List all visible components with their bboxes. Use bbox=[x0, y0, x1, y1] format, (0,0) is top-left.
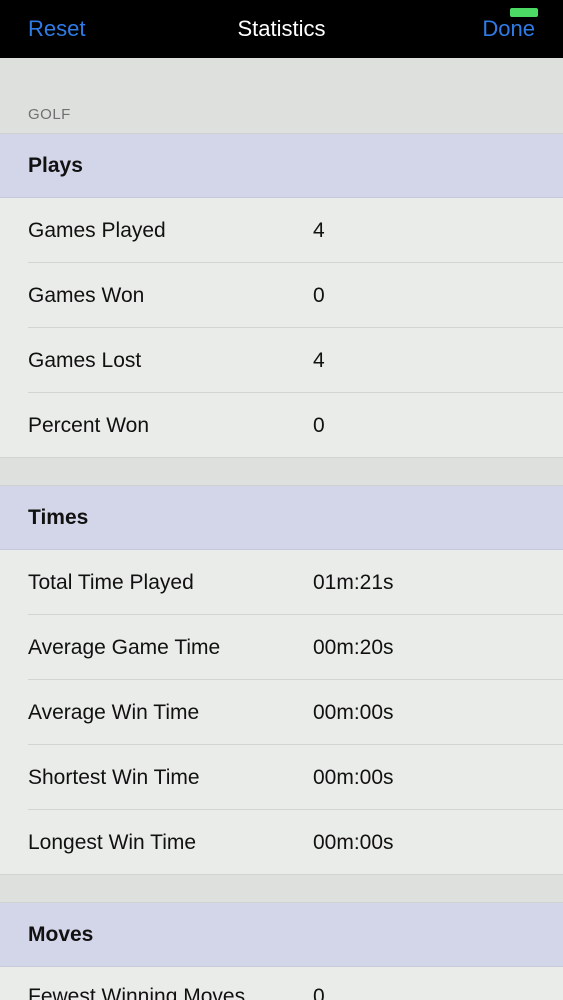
stat-value: 4 bbox=[313, 218, 325, 242]
stat-label: Percent Won bbox=[28, 413, 150, 437]
stat-label: Average Game Time bbox=[28, 635, 221, 659]
done-button[interactable]: Done bbox=[482, 14, 535, 44]
stat-value: 00m:00s bbox=[313, 765, 394, 789]
group-separator bbox=[0, 875, 563, 903]
stat-row-games-lost: Games Lost 4 bbox=[0, 328, 563, 393]
stat-label: Total Time Played bbox=[28, 570, 194, 594]
stat-label: Games Won bbox=[28, 283, 145, 307]
stat-value: 0 bbox=[313, 413, 325, 437]
stat-value: 00m:00s bbox=[313, 830, 394, 854]
stat-label: Shortest Win Time bbox=[28, 765, 200, 789]
stat-label: Fewest Winning Moves bbox=[28, 985, 246, 1000]
stat-label: Average Win Time bbox=[28, 700, 200, 724]
stat-row-longest-win-time: Longest Win Time 00m:00s bbox=[0, 810, 563, 875]
stat-value: 0 bbox=[313, 985, 325, 1000]
stat-label: Games Played bbox=[28, 218, 166, 242]
stat-row-percent-won: Percent Won 0 bbox=[0, 393, 563, 458]
group-header-plays: Plays bbox=[0, 134, 563, 198]
section-caption-golf: GOLF bbox=[0, 58, 563, 134]
stat-row-average-game-time: Average Game Time 00m:20s bbox=[0, 615, 563, 680]
stat-value: 0 bbox=[313, 283, 325, 307]
group-separator bbox=[0, 458, 563, 486]
stat-row-average-win-time: Average Win Time 00m:00s bbox=[0, 680, 563, 745]
stat-label: Longest Win Time bbox=[28, 830, 197, 854]
stat-label: Games Lost bbox=[28, 348, 142, 372]
stat-row-shortest-win-time: Shortest Win Time 00m:00s bbox=[0, 745, 563, 810]
navigation-bar: Reset Statistics Done bbox=[0, 0, 563, 58]
page-title: Statistics bbox=[237, 16, 326, 41]
stat-row-games-won: Games Won 0 bbox=[0, 263, 563, 328]
stat-row-games-played: Games Played 4 bbox=[0, 198, 563, 263]
stat-value: 4 bbox=[313, 348, 325, 372]
group-header-moves: Moves bbox=[0, 903, 563, 967]
stat-row-total-time-played: Total Time Played 01m:21s bbox=[0, 550, 563, 615]
stat-value: 00m:20s bbox=[313, 635, 394, 659]
stat-value: 01m:21s bbox=[313, 570, 394, 594]
group-header-times: Times bbox=[0, 486, 563, 550]
stat-row-fewest-winning-moves: Fewest Winning Moves 0 bbox=[0, 967, 563, 1000]
stat-value: 00m:00s bbox=[313, 700, 394, 724]
